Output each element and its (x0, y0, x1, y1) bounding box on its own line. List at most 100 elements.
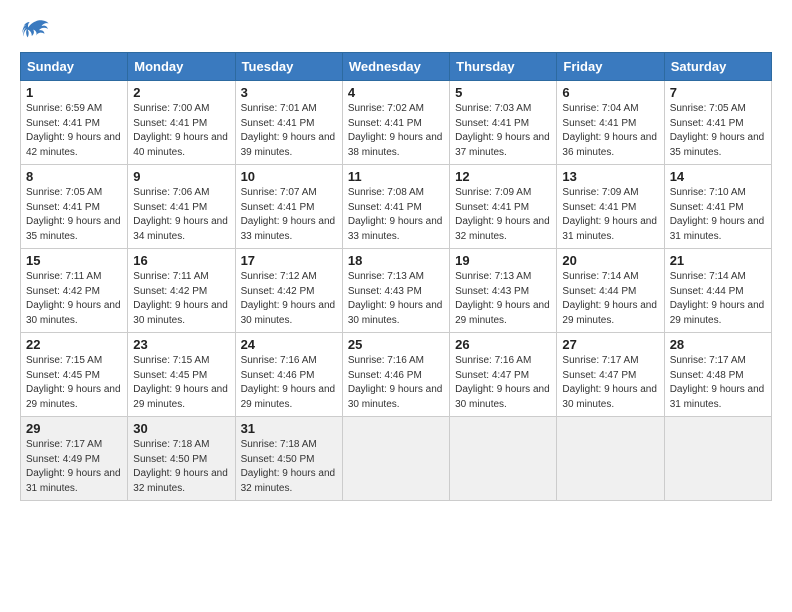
day-number: 13 (562, 169, 658, 184)
day-number: 17 (241, 253, 337, 268)
day-detail: Sunrise: 6:59 AMSunset: 4:41 PMDaylight:… (26, 102, 122, 160)
day-number: 6 (562, 85, 658, 100)
calendar-cell: 18 Sunrise: 7:13 AMSunset: 4:43 PMDayligh… (342, 249, 449, 333)
day-detail: Sunrise: 7:01 AMSunset: 4:41 PMDaylight:… (241, 102, 337, 160)
calendar-week-row: 8 Sunrise: 7:05 AMSunset: 4:41 PMDaylight… (21, 165, 772, 249)
day-number: 8 (26, 169, 122, 184)
calendar-cell: 31 Sunrise: 7:18 AMSunset: 4:50 PMDayligh… (235, 417, 342, 501)
day-detail: Sunrise: 7:07 AMSunset: 4:41 PMDaylight:… (241, 186, 337, 244)
calendar-header-row: Sunday Monday Tuesday Wednesday Thursday… (21, 53, 772, 81)
col-saturday: Saturday (664, 53, 771, 81)
calendar-cell: 11 Sunrise: 7:08 AMSunset: 4:41 PMDayligh… (342, 165, 449, 249)
logo (20, 16, 50, 42)
day-detail: Sunrise: 7:02 AMSunset: 4:41 PMDaylight:… (348, 102, 444, 160)
day-detail: Sunrise: 7:17 AMSunset: 4:47 PMDaylight:… (562, 354, 658, 412)
day-detail: Sunrise: 7:18 AMSunset: 4:50 PMDaylight:… (133, 438, 229, 496)
calendar-cell: 12 Sunrise: 7:09 AMSunset: 4:41 PMDayligh… (450, 165, 557, 249)
day-number: 9 (133, 169, 229, 184)
calendar-cell: 3 Sunrise: 7:01 AMSunset: 4:41 PMDaylight… (235, 81, 342, 165)
calendar-cell: 22Sunrise: 7:15 AMSunset: 4:45 PMDayligh… (21, 333, 128, 417)
day-number: 19 (455, 253, 551, 268)
calendar-cell (450, 417, 557, 501)
calendar-cell: 28 Sunrise: 7:17 AMSunset: 4:48 PMDayligh… (664, 333, 771, 417)
day-number: 10 (241, 169, 337, 184)
calendar-cell: 24Sunrise: 7:16 AMSunset: 4:46 PMDayligh… (235, 333, 342, 417)
page: Sunday Monday Tuesday Wednesday Thursday… (0, 0, 792, 511)
day-detail: Sunrise: 7:18 AMSunset: 4:50 PMDaylight:… (241, 438, 337, 496)
col-wednesday: Wednesday (342, 53, 449, 81)
day-detail: Sunrise: 7:03 AMSunset: 4:41 PMDaylight:… (455, 102, 551, 160)
calendar-cell: 17 Sunrise: 7:12 AMSunset: 4:42 PMDayligh… (235, 249, 342, 333)
calendar-cell: 16 Sunrise: 7:11 AMSunset: 4:42 PMDayligh… (128, 249, 235, 333)
calendar-cell: 6 Sunrise: 7:04 AMSunset: 4:41 PMDaylight… (557, 81, 664, 165)
day-number: 14 (670, 169, 766, 184)
day-number: 18 (348, 253, 444, 268)
calendar-cell: 27 Sunrise: 7:17 AMSunset: 4:47 PMDayligh… (557, 333, 664, 417)
day-number: 5 (455, 85, 551, 100)
day-number: 31 (241, 421, 337, 436)
calendar-cell (557, 417, 664, 501)
calendar-cell: 20Sunrise: 7:14 AMSunset: 4:44 PMDayligh… (557, 249, 664, 333)
day-number: 15 (26, 253, 122, 268)
day-detail: Sunrise: 7:04 AMSunset: 4:41 PMDaylight:… (562, 102, 658, 160)
day-detail: Sunrise: 7:05 AMSunset: 4:41 PMDaylight:… (670, 102, 766, 160)
day-number: 21 (670, 253, 766, 268)
calendar-cell: 19 Sunrise: 7:13 AMSunset: 4:43 PMDayligh… (450, 249, 557, 333)
calendar-cell: 13 Sunrise: 7:09 AMSunset: 4:41 PMDayligh… (557, 165, 664, 249)
calendar-cell: 29 Sunrise: 7:17 AMSunset: 4:49 PMDayligh… (21, 417, 128, 501)
calendar-cell: 2 Sunrise: 7:00 AMSunset: 4:41 PMDaylight… (128, 81, 235, 165)
day-number: 27 (562, 337, 658, 352)
calendar-cell: 4 Sunrise: 7:02 AMSunset: 4:41 PMDaylight… (342, 81, 449, 165)
day-number: 25 (348, 337, 444, 352)
day-number: 1 (26, 85, 122, 100)
day-detail: Sunrise: 7:09 AMSunset: 4:41 PMDaylight:… (562, 186, 658, 244)
calendar-cell: 21 Sunrise: 7:14 AMSunset: 4:44 PMDayligh… (664, 249, 771, 333)
day-detail: Sunrise: 7:11 AMSunset: 4:42 PMDaylight:… (133, 270, 229, 328)
day-detail: Sunrise: 7:12 AMSunset: 4:42 PMDaylight:… (241, 270, 337, 328)
day-detail: Sunrise: 7:16 AMSunset: 4:46 PMDaylight:… (241, 354, 337, 412)
header (20, 16, 772, 42)
day-detail: Sunrise: 7:11 AMSunset: 4:42 PMDaylight:… (26, 270, 122, 328)
day-detail: Sunrise: 7:13 AMSunset: 4:43 PMDaylight:… (348, 270, 444, 328)
day-detail: Sunrise: 7:17 AMSunset: 4:49 PMDaylight:… (26, 438, 122, 496)
day-detail: Sunrise: 7:14 AMSunset: 4:44 PMDaylight:… (562, 270, 658, 328)
day-detail: Sunrise: 7:05 AMSunset: 4:41 PMDaylight:… (26, 186, 122, 244)
day-number: 22 (26, 337, 122, 352)
calendar-cell: 26 Sunrise: 7:16 AMSunset: 4:47 PMDayligh… (450, 333, 557, 417)
day-detail: Sunrise: 7:16 AMSunset: 4:47 PMDaylight:… (455, 354, 551, 412)
day-number: 26 (455, 337, 551, 352)
day-number: 29 (26, 421, 122, 436)
day-number: 16 (133, 253, 229, 268)
day-detail: Sunrise: 7:09 AMSunset: 4:41 PMDaylight:… (455, 186, 551, 244)
day-number: 2 (133, 85, 229, 100)
calendar-cell: 15 Sunrise: 7:11 AMSunset: 4:42 PMDayligh… (21, 249, 128, 333)
calendar-cell: 30 Sunrise: 7:18 AMSunset: 4:50 PMDayligh… (128, 417, 235, 501)
calendar-cell: 14 Sunrise: 7:10 AMSunset: 4:41 PMDayligh… (664, 165, 771, 249)
day-detail: Sunrise: 7:17 AMSunset: 4:48 PMDaylight:… (670, 354, 766, 412)
calendar-cell: 5 Sunrise: 7:03 AMSunset: 4:41 PMDaylight… (450, 81, 557, 165)
calendar-week-row: 22Sunrise: 7:15 AMSunset: 4:45 PMDayligh… (21, 333, 772, 417)
calendar-cell: 10 Sunrise: 7:07 AMSunset: 4:41 PMDayligh… (235, 165, 342, 249)
day-number: 7 (670, 85, 766, 100)
calendar-week-row: 1 Sunrise: 6:59 AMSunset: 4:41 PMDaylight… (21, 81, 772, 165)
day-number: 3 (241, 85, 337, 100)
day-detail: Sunrise: 7:13 AMSunset: 4:43 PMDaylight:… (455, 270, 551, 328)
day-detail: Sunrise: 7:14 AMSunset: 4:44 PMDaylight:… (670, 270, 766, 328)
day-detail: Sunrise: 7:10 AMSunset: 4:41 PMDaylight:… (670, 186, 766, 244)
day-number: 11 (348, 169, 444, 184)
calendar-cell: 1 Sunrise: 6:59 AMSunset: 4:41 PMDaylight… (21, 81, 128, 165)
col-thursday: Thursday (450, 53, 557, 81)
calendar-cell: 25Sunrise: 7:16 AMSunset: 4:46 PMDayligh… (342, 333, 449, 417)
day-number: 4 (348, 85, 444, 100)
day-number: 23 (133, 337, 229, 352)
calendar-cell: 23Sunrise: 7:15 AMSunset: 4:45 PMDayligh… (128, 333, 235, 417)
calendar-week-row: 29 Sunrise: 7:17 AMSunset: 4:49 PMDayligh… (21, 417, 772, 501)
day-number: 28 (670, 337, 766, 352)
day-number: 30 (133, 421, 229, 436)
calendar-week-row: 15 Sunrise: 7:11 AMSunset: 4:42 PMDayligh… (21, 249, 772, 333)
day-detail: Sunrise: 7:00 AMSunset: 4:41 PMDaylight:… (133, 102, 229, 160)
col-sunday: Sunday (21, 53, 128, 81)
day-number: 12 (455, 169, 551, 184)
day-detail: Sunrise: 7:08 AMSunset: 4:41 PMDaylight:… (348, 186, 444, 244)
col-monday: Monday (128, 53, 235, 81)
